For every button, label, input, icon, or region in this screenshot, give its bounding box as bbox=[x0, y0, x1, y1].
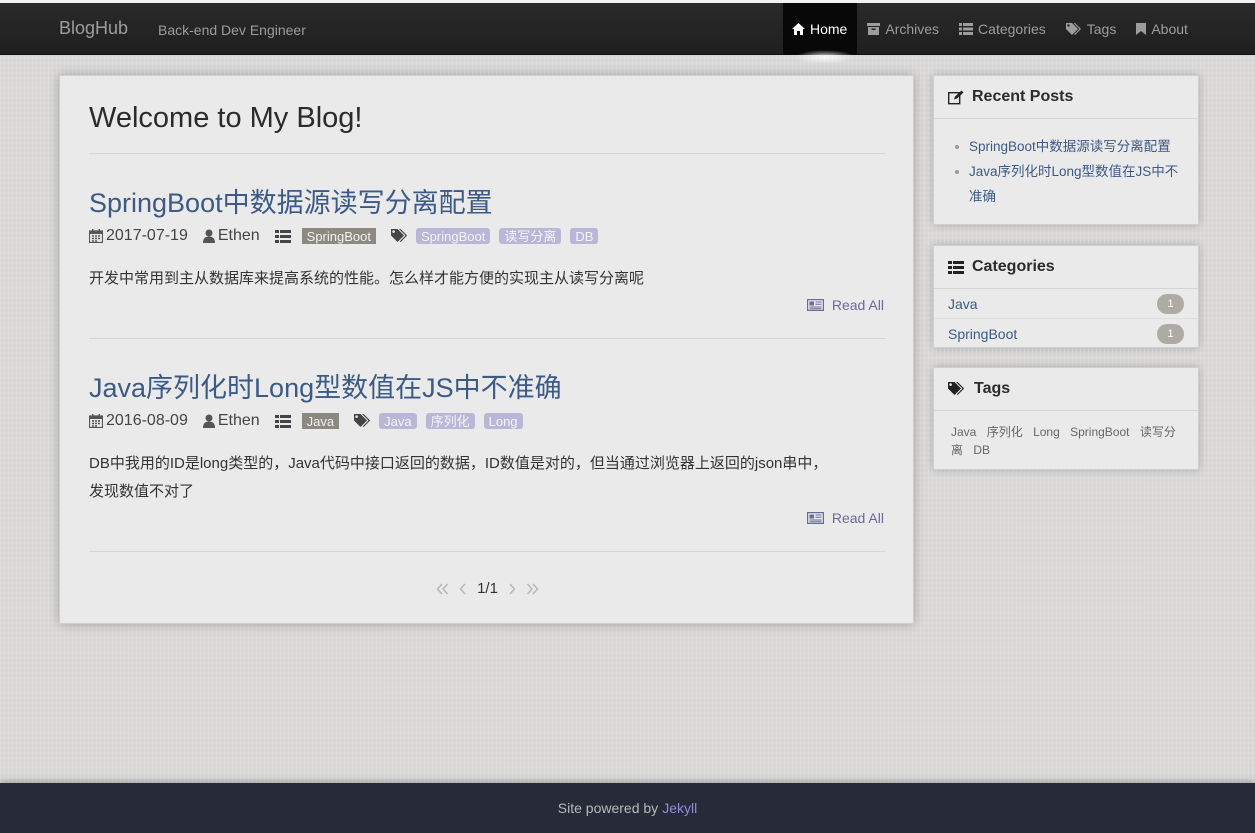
categories-panel: Categories Java 1 SpringBoot 1 bbox=[933, 245, 1199, 348]
recent-post-link[interactable]: SpringBoot中数据源读写分离配置 bbox=[954, 134, 1186, 159]
tag-link[interactable]: 读写分 bbox=[1140, 425, 1176, 439]
recent-post-link[interactable]: Java序列化时Long型数值在JS中不 准确 bbox=[954, 159, 1186, 209]
nav-item-archives[interactable]: Archives bbox=[857, 3, 949, 55]
page-title: Welcome to My Blog! bbox=[89, 102, 363, 134]
tag-link[interactable]: 序列化 bbox=[987, 425, 1023, 439]
category-badge[interactable]: Java bbox=[301, 413, 340, 429]
tags-icon bbox=[948, 382, 965, 395]
excerpt-line: DB中我用的ID是long类型的，Java代码中接口返回的数据，ID数值是对的，… bbox=[89, 455, 828, 472]
excerpt-line: 发现数值不对了 bbox=[89, 483, 195, 500]
recent-posts-list: SpringBoot中数据源读写分离配置 Java序列化时Long型数值在JS中… bbox=[934, 119, 1198, 219]
tag-link[interactable]: Java bbox=[951, 425, 976, 439]
panel-header: Tags bbox=[934, 368, 1198, 411]
last-page-icon[interactable] bbox=[526, 582, 539, 595]
jekyll-link[interactable]: Jekyll bbox=[662, 800, 697, 816]
category-badge[interactable]: SpringBoot bbox=[301, 228, 376, 244]
panel-header: Categories bbox=[934, 246, 1198, 289]
post-meta: 2016-08-09 Ethen Java Java 序列化 Long bbox=[89, 411, 532, 431]
read-all-link[interactable]: Read All bbox=[806, 297, 884, 313]
post-title-link[interactable]: SpringBoot中数据源读写分离配置 bbox=[89, 181, 493, 220]
nav-item-home[interactable]: Home bbox=[783, 3, 858, 55]
first-page-icon[interactable] bbox=[436, 582, 449, 595]
page-indicator: 1/1 bbox=[477, 580, 498, 597]
brand-link[interactable]: BlogHub bbox=[59, 18, 128, 39]
panel-title: Tags bbox=[974, 380, 1011, 397]
list-icon bbox=[274, 414, 291, 428]
category-count: 1 bbox=[1157, 324, 1184, 344]
panel-header: Recent Posts bbox=[934, 76, 1198, 119]
post-author: Ethen bbox=[217, 412, 260, 429]
panel-title: Categories bbox=[972, 258, 1055, 275]
divider bbox=[89, 338, 885, 339]
newspaper-icon bbox=[806, 299, 824, 311]
list-icon bbox=[948, 260, 964, 274]
tag-link[interactable]: DB bbox=[973, 443, 990, 457]
footer: Site powered by Jekyll bbox=[0, 783, 1255, 833]
tag-badge[interactable]: Java bbox=[379, 413, 417, 429]
calendar-icon bbox=[89, 414, 103, 428]
nav-menu: Home Archives Categories Tags About bbox=[783, 3, 1198, 55]
divider bbox=[89, 551, 885, 552]
panel-title: Recent Posts bbox=[972, 88, 1074, 105]
nav-label: About bbox=[1151, 21, 1188, 37]
recent-post-line: 准确 bbox=[969, 189, 996, 204]
tag-link[interactable]: 离 bbox=[951, 443, 963, 457]
read-all-link[interactable]: Read All bbox=[806, 510, 884, 526]
site-subtitle: Back-end Dev Engineer bbox=[158, 22, 306, 38]
recent-posts-panel: Recent Posts SpringBoot中数据源读写分离配置 Java序列… bbox=[933, 75, 1199, 225]
category-item-springboot[interactable]: SpringBoot 1 bbox=[934, 319, 1198, 349]
category-name: Java bbox=[948, 295, 978, 312]
category-count: 1 bbox=[1157, 293, 1184, 314]
prev-page-icon[interactable] bbox=[459, 582, 467, 595]
post-date: 2017-07-19 bbox=[106, 227, 188, 244]
tag-badge[interactable]: 读写分离 bbox=[499, 228, 562, 244]
tag-badge[interactable]: SpringBoot bbox=[415, 228, 491, 244]
tag-cloud: Java 序列化 Long SpringBoot 读写分 离 DB bbox=[934, 411, 1198, 471]
post-meta: 2017-07-19 Ethen SpringBoot SpringBoot 读… bbox=[89, 226, 607, 246]
nav-item-about[interactable]: About bbox=[1126, 3, 1198, 55]
list-icon bbox=[959, 23, 974, 35]
read-all-label: Read All bbox=[831, 510, 884, 526]
tag-badge[interactable]: Long bbox=[483, 413, 523, 429]
home-icon bbox=[792, 23, 805, 35]
post-author: Ethen bbox=[217, 227, 260, 244]
nav-label: Home bbox=[810, 21, 848, 37]
active-tab-glow bbox=[795, 50, 855, 64]
nav-item-tags[interactable]: Tags bbox=[1056, 3, 1127, 55]
tags-icon bbox=[354, 414, 371, 428]
recent-post-line: Java序列化时Long型数值在JS中不 bbox=[969, 164, 1179, 179]
tags-icon bbox=[390, 229, 408, 243]
navbar: BlogHub Back-end Dev Engineer Home Archi… bbox=[0, 3, 1255, 55]
archive-icon bbox=[867, 23, 881, 35]
tags-panel: Tags Java 序列化 Long SpringBoot 读写分 离 DB bbox=[933, 367, 1199, 470]
category-item-java[interactable]: Java 1 bbox=[934, 289, 1198, 319]
footer-text: Site powered by bbox=[557, 800, 659, 816]
main-panel: Welcome to My Blog! SpringBoot中数据源读写分离配置… bbox=[59, 75, 914, 624]
tag-link[interactable]: SpringBoot bbox=[1070, 425, 1129, 439]
calendar-icon bbox=[89, 229, 103, 243]
nav-label: Tags bbox=[1086, 21, 1117, 37]
user-icon bbox=[202, 414, 215, 428]
pagination: 1/1 bbox=[60, 580, 915, 597]
tag-link[interactable]: Long bbox=[1033, 425, 1060, 439]
next-page-icon[interactable] bbox=[508, 582, 516, 595]
nav-label: Archives bbox=[885, 21, 940, 37]
tag-badge[interactable]: 序列化 bbox=[425, 413, 475, 429]
category-name: SpringBoot bbox=[948, 326, 1018, 342]
nav-label: Categories bbox=[978, 21, 1046, 37]
post-title-link[interactable]: Java序列化时Long型数值在JS中不准确 bbox=[89, 366, 562, 405]
nav-item-categories[interactable]: Categories bbox=[949, 3, 1056, 55]
divider bbox=[89, 153, 885, 154]
list-icon bbox=[274, 229, 291, 243]
post-date: 2016-08-09 bbox=[106, 412, 188, 429]
read-all-label: Read All bbox=[831, 297, 884, 313]
post-excerpt: DB中我用的ID是long类型的，Java代码中接口返回的数据，ID数值是对的，… bbox=[89, 450, 889, 506]
bookmark-icon bbox=[1136, 23, 1147, 35]
user-icon bbox=[202, 229, 215, 243]
post-excerpt: 开发中常用到主从数据库来提高系统的性能。怎么样才能方便的实现主从读写分离呢 bbox=[89, 270, 645, 287]
edit-icon bbox=[948, 90, 964, 104]
tag-badge[interactable]: DB bbox=[570, 228, 599, 244]
tags-icon bbox=[1065, 22, 1081, 35]
newspaper-icon bbox=[806, 512, 824, 524]
